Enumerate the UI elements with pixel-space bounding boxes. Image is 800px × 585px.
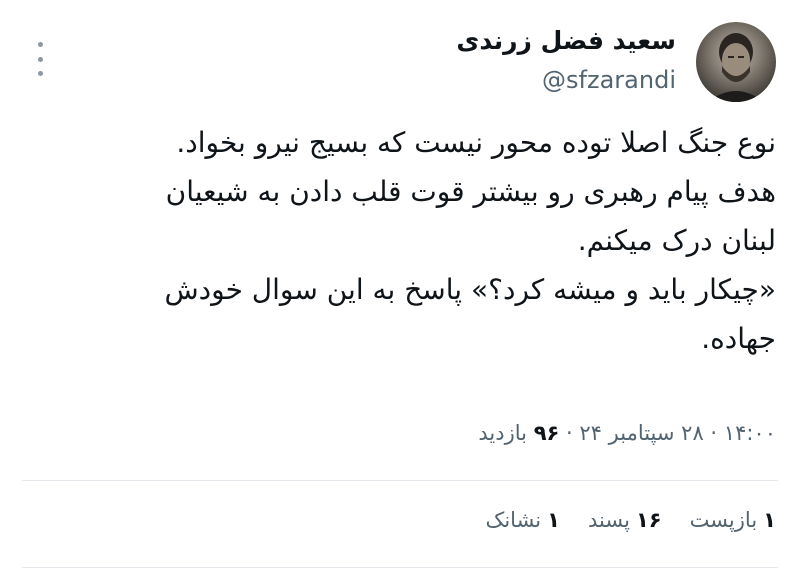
separator: · <box>710 421 718 445</box>
dot <box>37 42 43 47</box>
likes-stat[interactable]: ۱۶پسند <box>588 508 662 532</box>
avatar-photo <box>708 33 764 102</box>
separator: · <box>566 421 573 445</box>
bookmarks-stat[interactable]: ۱نشانک <box>486 508 560 532</box>
bookmarks-label: نشانک <box>485 508 542 532</box>
tweet-line: «چیکار باید و میشه کرد؟» پاسخ به این سوا… <box>164 273 776 306</box>
dot <box>37 71 43 76</box>
avatar[interactable] <box>696 22 776 102</box>
author-handle[interactable]: @sfzarandi <box>542 66 676 94</box>
divider <box>22 480 778 481</box>
tweet-line: هدف پیام رهبری رو بیشتر قوت قلب دادن به … <box>165 175 776 208</box>
engagement-stats: ۱بازپست ۱۶پسند ۱نشانک <box>486 508 776 532</box>
tweet-text: نوع جنگ اصلا توده محور نیست که بسیج نیرو… <box>60 118 776 363</box>
views-label: بازدید <box>478 421 528 445</box>
likes-count: ۱۶ <box>635 508 662 532</box>
reposts-stat[interactable]: ۱بازپست <box>690 508 776 532</box>
tweet-line: نوع جنگ اصلا توده محور نیست که بسیج نیرو… <box>176 126 776 159</box>
views-count: ۹۶ <box>533 421 560 445</box>
divider <box>22 567 778 568</box>
tweet-date[interactable]: ۲۸ سپتامبر ۲۴ <box>579 421 703 445</box>
reposts-label: بازپست <box>689 508 758 532</box>
dot <box>37 56 43 62</box>
bookmarks-count: ۱ <box>547 508 560 532</box>
tweet-meta: ۱۴:۰۰ · ۲۸ سپتامبر ۲۴ · ۹۶ بازدید <box>478 421 776 445</box>
tweet-line: جهاده. <box>701 322 776 355</box>
author-name[interactable]: سعید فضل زرندی <box>456 26 676 55</box>
more-options-icon[interactable] <box>32 42 48 76</box>
reposts-count: ۱ <box>763 508 776 532</box>
tweet-line: لبنان درک میکنم. <box>577 224 776 257</box>
likes-label: پسند <box>587 508 630 532</box>
tweet-time[interactable]: ۱۴:۰۰ <box>724 421 776 445</box>
